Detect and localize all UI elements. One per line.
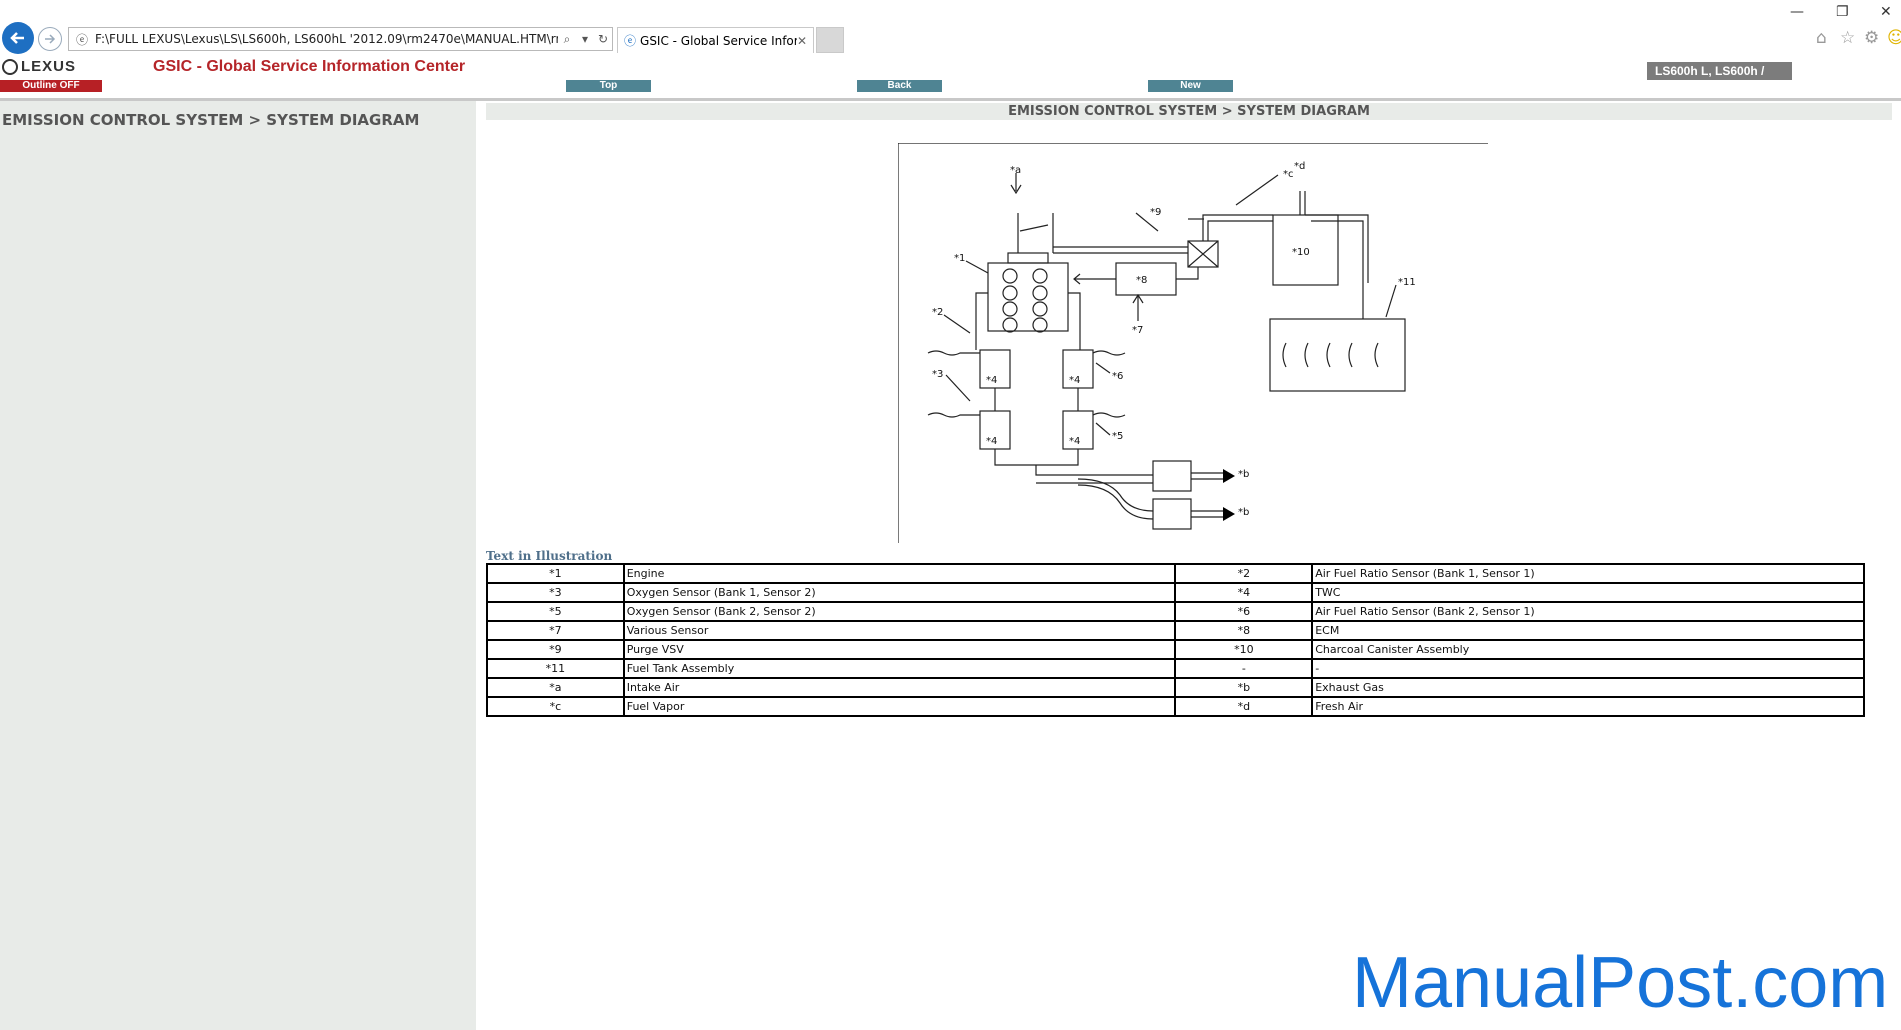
legend-code-cell: *a <box>486 677 625 698</box>
diagram-label-9: *9 <box>1150 207 1161 218</box>
legend-desc-cell: Fuel Vapor <box>622 696 1177 717</box>
system-diagram: *a *b *b *c *d *1 *2 *3 *4 *4 *4 *4 *5 *… <box>898 143 1488 543</box>
outline-pane: EMISSION CONTROL SYSTEM > SYSTEM DIAGRAM <box>0 101 476 1030</box>
table-row: *7 Various Sensor *8 ECM <box>486 620 1865 641</box>
legend-desc-cell: Air Fuel Ratio Sensor (Bank 2, Sensor 1) <box>1311 601 1865 622</box>
legend-code-cell: *6 <box>1174 601 1314 622</box>
home-icon[interactable]: ⌂ <box>1816 28 1827 48</box>
tab-ie-icon: ⓔ <box>624 34 637 48</box>
left-breadcrumb[interactable]: EMISSION CONTROL SYSTEM > SYSTEM DIAGRAM <box>2 111 419 129</box>
search-icon[interactable]: ⌕ <box>558 32 576 47</box>
lexus-logo: LEXUS <box>2 58 76 75</box>
legend-code-cell: *2 <box>1174 563 1314 584</box>
legend-code-cell: *5 <box>486 601 625 622</box>
legend-code-cell: *b <box>1174 677 1314 698</box>
legend-desc-cell: Air Fuel Ratio Sensor (Bank 1, Sensor 1) <box>1311 563 1865 584</box>
diagram-label-8: *8 <box>1136 275 1147 286</box>
legend-desc-cell: TWC <box>1311 582 1865 603</box>
ie-page-icon: ⓔ <box>75 32 88 47</box>
diagram-label-4b: *4 <box>1069 375 1080 386</box>
legend-desc-cell: Purge VSV <box>622 639 1177 660</box>
diagram-label-3: *3 <box>932 369 943 380</box>
legend-code-cell: *7 <box>486 620 625 641</box>
legend-desc-cell: Oxygen Sensor (Bank 1, Sensor 2) <box>622 582 1177 603</box>
top-button[interactable]: Top <box>566 80 651 92</box>
content-pane: EMISSION CONTROL SYSTEM > SYSTEM DIAGRAM <box>476 101 1901 1030</box>
diagram-label-1: *1 <box>954 253 965 264</box>
legend-code-cell: *9 <box>486 639 625 660</box>
text-in-illustration-heading: Text in Illustration <box>486 549 613 563</box>
lexus-emblem-icon <box>2 58 18 75</box>
favorites-star-icon[interactable]: ☆ <box>1840 28 1855 48</box>
browser-chrome: ⓔ F:\FULL LEXUS\Lexus\LS\LS600h, LS600hL… <box>0 0 1901 56</box>
legend-code-cell: *3 <box>486 582 625 603</box>
tab-close-icon[interactable]: ✕ <box>797 34 807 48</box>
forward-arrow-icon[interactable] <box>38 27 62 51</box>
address-bar[interactable]: ⓔ F:\FULL LEXUS\Lexus\LS\LS600h, LS600hL… <box>68 27 613 51</box>
diagram-label-2: *2 <box>932 307 943 318</box>
diagram-label-4d: *4 <box>1069 436 1080 447</box>
legend-desc-cell: Intake Air <box>622 677 1177 698</box>
legend-code-cell: - <box>1174 658 1314 679</box>
table-row: *3 Oxygen Sensor (Bank 1, Sensor 2) *4 TWC <box>486 582 1865 603</box>
app-header: LEXUS GSIC - Global Service Information … <box>0 56 1901 100</box>
legend-desc-cell: Fresh Air <box>1311 696 1865 717</box>
browser-tab[interactable]: ⓔ GSIC - Global Service Infor... ✕ <box>617 27 814 53</box>
dropdown-icon[interactable]: ▾ <box>576 32 594 46</box>
tab-title: GSIC - Global Service Infor... <box>640 33 797 48</box>
model-badge: LS600h L, LS600h / <box>1647 62 1792 80</box>
legend-desc-cell: Exhaust Gas <box>1311 677 1865 698</box>
legend-desc-cell: Fuel Tank Assembly <box>622 658 1177 679</box>
diagram-label-a: *a <box>1010 165 1021 176</box>
back-arrow-icon[interactable] <box>2 22 34 54</box>
app-title: GSIC - Global Service Information Center <box>153 58 466 75</box>
legend-code-cell: *1 <box>486 563 625 584</box>
table-row: *c Fuel Vapor *d Fresh Air <box>486 696 1865 717</box>
diagram-label-4a: *4 <box>986 375 997 386</box>
table-row: *11 Fuel Tank Assembly - - <box>486 658 1865 679</box>
diagram-label-b1: *b <box>1238 469 1249 480</box>
diagram-label-c: *c <box>1283 169 1294 180</box>
back-button[interactable]: Back <box>857 80 942 92</box>
legend-desc-cell: Charcoal Canister Assembly <box>1311 639 1865 660</box>
table-row: *9 Purge VSV *10 Charcoal Canister Assembly <box>486 639 1865 660</box>
diagram-label-11: *11 <box>1398 277 1416 288</box>
legend-desc-cell: Engine <box>622 563 1177 584</box>
legend-code-cell: *11 <box>486 658 625 679</box>
legend-desc-cell: Various Sensor <box>622 620 1177 641</box>
new-button[interactable]: New <box>1148 80 1233 92</box>
legend-table: *1 Engine *2 Air Fuel Ratio Sensor (Bank 1,… <box>486 563 1865 717</box>
restore-icon[interactable]: ❐ <box>1836 4 1849 20</box>
new-tab-button[interactable] <box>816 27 844 53</box>
refresh-icon[interactable]: ↻ <box>594 32 612 46</box>
table-row: *5 Oxygen Sensor (Bank 2, Sensor 2) *6 Air … <box>486 601 1865 622</box>
window-close-icon[interactable]: ✕ <box>1880 4 1892 20</box>
legend-desc-cell: Oxygen Sensor (Bank 2, Sensor 2) <box>622 601 1177 622</box>
watermark: ManualPost.com <box>1352 943 1889 1023</box>
table-row: *a Intake Air *b Exhaust Gas <box>486 677 1865 698</box>
legend-desc-cell: ECM <box>1311 620 1865 641</box>
table-row: *1 Engine *2 Air Fuel Ratio Sensor (Bank 1,… <box>486 563 1865 584</box>
diagram-label-6: *6 <box>1112 371 1123 382</box>
legend-code-cell: *10 <box>1174 639 1314 660</box>
legend-code-cell: *8 <box>1174 620 1314 641</box>
diagram-label-5: *5 <box>1112 431 1123 442</box>
legend-code-cell: *d <box>1174 696 1314 717</box>
diagram-label-10: *10 <box>1292 247 1310 258</box>
minimize-icon[interactable]: — <box>1790 4 1804 20</box>
outline-toggle-button[interactable]: Outline OFF <box>0 80 102 92</box>
diagram-label-d: *d <box>1294 161 1305 172</box>
diagram-label-7: *7 <box>1132 325 1143 336</box>
address-text: F:\FULL LEXUS\Lexus\LS\LS600h, LS600hL '… <box>95 32 558 46</box>
diagram-label-4c: *4 <box>986 436 997 447</box>
legend-desc-cell: - <box>1311 658 1865 679</box>
diagram-label-b2: *b <box>1238 507 1249 518</box>
legend-code-cell: *4 <box>1174 582 1314 603</box>
legend-code-cell: *c <box>486 696 625 717</box>
page-title: EMISSION CONTROL SYSTEM > SYSTEM DIAGRAM <box>486 103 1892 120</box>
logo-text: LEXUS <box>21 58 77 75</box>
smiley-icon[interactable]: ☺ <box>1887 28 1901 48</box>
settings-gear-icon[interactable]: ⚙ <box>1864 28 1879 48</box>
